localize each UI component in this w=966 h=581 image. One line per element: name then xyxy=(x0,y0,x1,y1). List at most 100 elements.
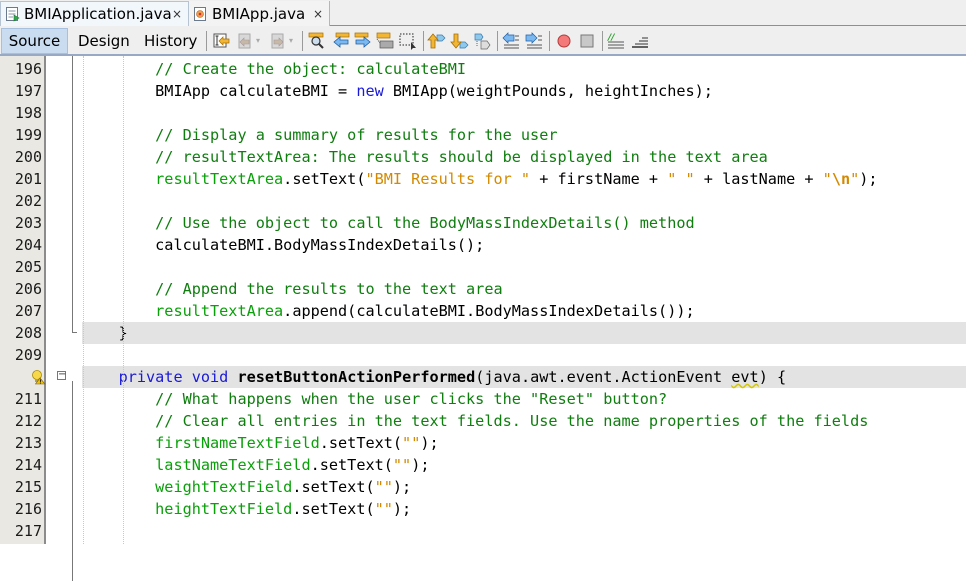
code-token: " " xyxy=(667,170,695,188)
code-line[interactable]: resultTextArea.append(calculateBMI.BodyM… xyxy=(82,300,966,322)
indent-guide xyxy=(123,56,124,544)
code-line[interactable]: heightTextField.setText(""); xyxy=(82,498,966,520)
toggle-rect-selection-icon[interactable] xyxy=(398,31,418,51)
code-line[interactable]: // Use the object to call the BodyMassIn… xyxy=(82,212,966,234)
code-line[interactable]: // Append the results to the text area xyxy=(82,278,966,300)
code-line[interactable]: // Display a summary of results for the … xyxy=(82,124,966,146)
code-line[interactable]: // What happens when the user clicks the… xyxy=(82,388,966,410)
toolbar-separator xyxy=(423,31,424,51)
code-token: \n xyxy=(831,170,851,188)
java-class-file-icon xyxy=(193,6,208,22)
code-token: resetButtonActionPerformed xyxy=(237,368,476,386)
editor-toolbar: Source Design History ▾ ▾ // xyxy=(0,26,966,56)
code-token: "" xyxy=(374,478,393,496)
line-number: 212 xyxy=(14,412,42,430)
code-token: ); xyxy=(420,434,439,452)
tab-bmiapp-java[interactable]: BMIApp.java × xyxy=(189,1,330,26)
code-token: firstNameTextField xyxy=(155,434,320,452)
stop-macro-icon[interactable] xyxy=(577,31,597,51)
code-token: ); xyxy=(392,500,412,518)
line-number: 198 xyxy=(14,104,42,122)
fold-margin[interactable]: − xyxy=(48,56,82,581)
toggle-highlight-icon[interactable] xyxy=(375,31,395,51)
code-line[interactable]: weightTextField.setText(""); xyxy=(82,476,966,498)
fold-guide-line xyxy=(72,381,73,581)
line-number: 205 xyxy=(14,258,42,276)
code-line[interactable]: resultTextArea.setText("BMI Results for … xyxy=(82,168,966,190)
code-line[interactable]: } xyxy=(82,322,966,344)
next-bookmark-icon[interactable] xyxy=(450,31,470,51)
line-number: 213 xyxy=(14,434,42,452)
code-token: weightTextField xyxy=(155,478,293,496)
line-number: 209 xyxy=(14,346,42,364)
code-line[interactable]: calculateBMI.BodyMassIndexDetails(); xyxy=(82,234,966,256)
code-token: // Display a summary of results for the … xyxy=(155,126,558,144)
code-line[interactable]: lastNameTextField.setText(""); xyxy=(82,454,966,476)
code-token: evt xyxy=(731,368,759,386)
warning-lightbulb-icon[interactable]: ! xyxy=(30,369,46,386)
code-line[interactable] xyxy=(82,520,966,542)
line-number: 200 xyxy=(14,148,42,166)
previous-bookmark-icon[interactable] xyxy=(427,31,447,51)
code-token: .setText( xyxy=(292,478,375,496)
start-macro-icon[interactable] xyxy=(554,31,574,51)
code-line[interactable]: // resultTextArea: The results should be… xyxy=(82,146,966,168)
line-number: 204 xyxy=(14,236,42,254)
forward-dropdown-icon[interactable]: ▾ xyxy=(289,31,297,51)
code-token: // Clear all entries in the text fields.… xyxy=(155,412,869,430)
code-area[interactable]: // Create the object: calculateBMI BMIAp… xyxy=(82,56,966,544)
code-token: // Use the object to call the BodyMassIn… xyxy=(155,214,695,232)
shift-right-icon[interactable] xyxy=(524,31,544,51)
code-token: void xyxy=(191,368,229,386)
tab-design[interactable]: Design xyxy=(78,28,130,54)
collapse-icon[interactable]: − xyxy=(57,370,66,380)
shift-left-icon[interactable] xyxy=(501,31,521,51)
code-token: "" xyxy=(392,456,412,474)
close-tab-icon[interactable]: × xyxy=(172,7,182,21)
last-edit-icon[interactable] xyxy=(211,31,231,51)
code-line[interactable] xyxy=(82,344,966,366)
code-token: // What happens when the user clicks the… xyxy=(155,390,668,408)
close-tab-icon[interactable]: × xyxy=(313,7,323,21)
line-number-gutter[interactable]: 196 197 198 199 200 201 202 203 204 205 206 207 208 2… xyxy=(0,56,46,544)
code-line[interactable]: firstNameTextField.setText(""); xyxy=(82,432,966,454)
tab-bmiapplication-java[interactable]: BMIApplication.java × xyxy=(0,1,189,26)
tab-label: BMIApplication.java xyxy=(24,5,172,23)
code-token: private xyxy=(118,368,183,386)
code-line[interactable]: // Clear all entries in the text fields.… xyxy=(82,410,966,432)
tab-label: BMIApp.java xyxy=(212,4,306,23)
code-line[interactable]: BMIApp calculateBMI = new BMIApp(weightP… xyxy=(82,80,966,102)
indent-guide xyxy=(83,56,84,544)
uncomment-icon[interactable] xyxy=(630,31,650,51)
code-line[interactable] xyxy=(82,102,966,124)
code-token: resultTextArea xyxy=(155,170,284,188)
back-dropdown-icon[interactable]: ▾ xyxy=(256,31,264,51)
code-line[interactable]: private void resetButtonActionPerformed(… xyxy=(82,366,966,388)
tab-source[interactable]: Source xyxy=(1,28,68,54)
code-line[interactable] xyxy=(82,190,966,212)
line-number: 208 xyxy=(14,324,42,342)
code-token: .setText( xyxy=(319,434,403,452)
forward-icon[interactable] xyxy=(268,31,288,51)
toggle-bookmark-icon[interactable] xyxy=(472,31,492,51)
find-selection-icon[interactable] xyxy=(307,31,327,51)
find-next-icon[interactable] xyxy=(353,31,373,51)
find-previous-icon[interactable] xyxy=(331,31,351,51)
code-line[interactable]: // Create the object: calculateBMI xyxy=(82,58,966,80)
line-number: 217 xyxy=(14,522,42,540)
back-icon[interactable] xyxy=(235,31,255,51)
code-line[interactable] xyxy=(82,256,966,278)
comment-icon[interactable]: // xyxy=(606,31,626,51)
line-number: 207 xyxy=(14,302,42,320)
editor-tab-bar: BMIApplication.java × BMIApp.java × xyxy=(0,0,966,26)
tab-history[interactable]: History xyxy=(144,28,197,54)
